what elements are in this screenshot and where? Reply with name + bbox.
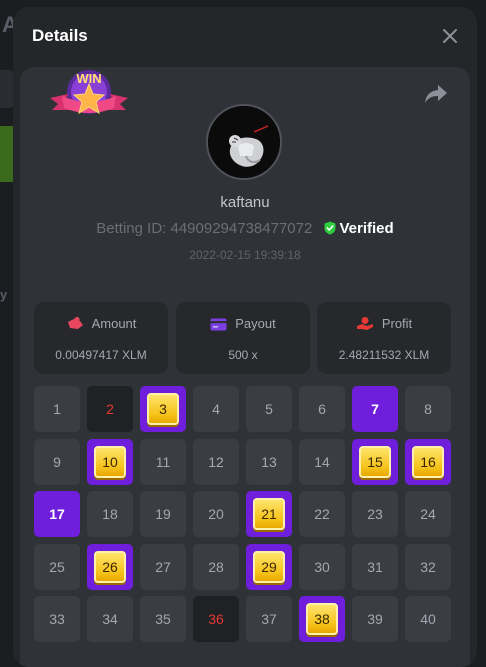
- gold-gem-icon: 29: [253, 550, 285, 583]
- keno-cell[interactable]: 35: [140, 596, 186, 642]
- keno-cell[interactable]: 20: [193, 491, 239, 537]
- gold-gem-icon: 16: [412, 445, 444, 478]
- gold-gem-icon: 10: [94, 445, 126, 478]
- payout-value: 500 x: [228, 348, 258, 362]
- keno-cell-drawn[interactable]: 36: [193, 596, 239, 642]
- gold-gem-icon: 38: [306, 603, 338, 635]
- betting-id-row: Betting ID: 4490929473847707​2 Verified: [20, 220, 470, 237]
- details-modal: Details WIN kaftanu Betting ID: 44909294…: [13, 7, 477, 667]
- amount-icon: [67, 316, 83, 329]
- gold-gem-icon: 21: [253, 498, 285, 530]
- amount-stat: Amount 0.00497417 XLM: [34, 302, 168, 374]
- close-icon[interactable]: [439, 25, 461, 47]
- profit-value: 2.48211532 XLM: [338, 348, 430, 362]
- amount-value: 0.00497417 XLM: [55, 348, 147, 362]
- keno-cell[interactable]: 14: [299, 438, 345, 485]
- bet-timestamp: 2022-02-15 19:39:18: [189, 248, 301, 262]
- keno-cell-hit[interactable]: 16: [405, 438, 451, 485]
- keno-cell-hit[interactable]: 3: [140, 386, 186, 432]
- keno-cell[interactable]: 27: [140, 543, 186, 590]
- keno-cell[interactable]: 9: [34, 438, 80, 485]
- profit-stat: Profit 2.48211532 XLM: [317, 302, 451, 374]
- keno-cell[interactable]: 28: [193, 543, 239, 590]
- keno-cell[interactable]: 40: [405, 596, 451, 642]
- keno-cell[interactable]: 39: [352, 596, 398, 642]
- gold-gem-icon: 15: [359, 445, 391, 478]
- gold-gem-icon: 3: [147, 393, 179, 425]
- profit-label: Profit: [381, 316, 413, 331]
- keno-cell[interactable]: 12: [193, 438, 239, 485]
- keno-cell[interactable]: 23: [352, 491, 398, 537]
- keno-cell[interactable]: 22: [299, 491, 345, 537]
- username: kaftanu: [220, 194, 270, 211]
- keno-cell[interactable]: 8: [405, 386, 451, 432]
- keno-cell[interactable]: 4: [193, 386, 239, 432]
- gold-gem-icon: 26: [94, 550, 126, 583]
- svg-text:WIN: WIN: [76, 71, 101, 86]
- betting-id-value: 4490929473847707​2: [170, 220, 313, 237]
- betting-id-label: Betting ID:: [96, 220, 167, 237]
- keno-cell[interactable]: 33: [34, 596, 80, 642]
- keno-cell-drawn[interactable]: 2: [87, 386, 133, 432]
- verified-label: Verified: [339, 220, 394, 237]
- verified-shield-icon: [324, 221, 335, 235]
- keno-cell[interactable]: 25: [34, 543, 80, 590]
- keno-cell-selected[interactable]: 17: [34, 491, 80, 537]
- payout-card-icon: [210, 318, 227, 331]
- profit-icon: [356, 317, 373, 330]
- keno-cell[interactable]: 34: [87, 596, 133, 642]
- keno-cell[interactable]: 30: [299, 543, 345, 590]
- keno-cell-selected[interactable]: 7: [352, 386, 398, 432]
- payout-label: Payout: [235, 316, 276, 331]
- keno-cell[interactable]: 19: [140, 491, 186, 537]
- keno-cell[interactable]: 24: [405, 491, 451, 537]
- modal-title: Details: [32, 26, 88, 45]
- keno-cell[interactable]: 18: [87, 491, 133, 537]
- keno-cell[interactable]: 13: [246, 438, 292, 485]
- keno-cell[interactable]: 6: [299, 386, 345, 432]
- avatar: [206, 104, 282, 180]
- keno-cell[interactable]: 31: [352, 543, 398, 590]
- keno-cell-hit[interactable]: 21: [246, 491, 292, 537]
- win-badge-icon: WIN: [50, 70, 128, 115]
- amount-label: Amount: [91, 316, 137, 331]
- share-icon[interactable]: [424, 83, 448, 105]
- keno-cell-hit[interactable]: 10: [87, 438, 133, 485]
- avatar-photo: [208, 106, 280, 178]
- keno-cell[interactable]: 37: [246, 596, 292, 642]
- background-fragment: y: [0, 287, 8, 302]
- keno-cell-hit[interactable]: 15: [352, 438, 398, 485]
- keno-cell-hit[interactable]: 29: [246, 543, 292, 590]
- keno-cell[interactable]: 32: [405, 543, 451, 590]
- keno-cell-hit[interactable]: 38: [299, 596, 345, 642]
- keno-cell-hit[interactable]: 26: [87, 543, 133, 590]
- keno-cell[interactable]: 11: [140, 438, 186, 485]
- keno-cell[interactable]: 5: [246, 386, 292, 432]
- keno-cell[interactable]: 1: [34, 386, 80, 432]
- bet-details-panel: WIN kaftanu Betting ID: 4490929473847707…: [20, 67, 470, 667]
- payout-stat: Payout 500 x: [176, 302, 310, 374]
